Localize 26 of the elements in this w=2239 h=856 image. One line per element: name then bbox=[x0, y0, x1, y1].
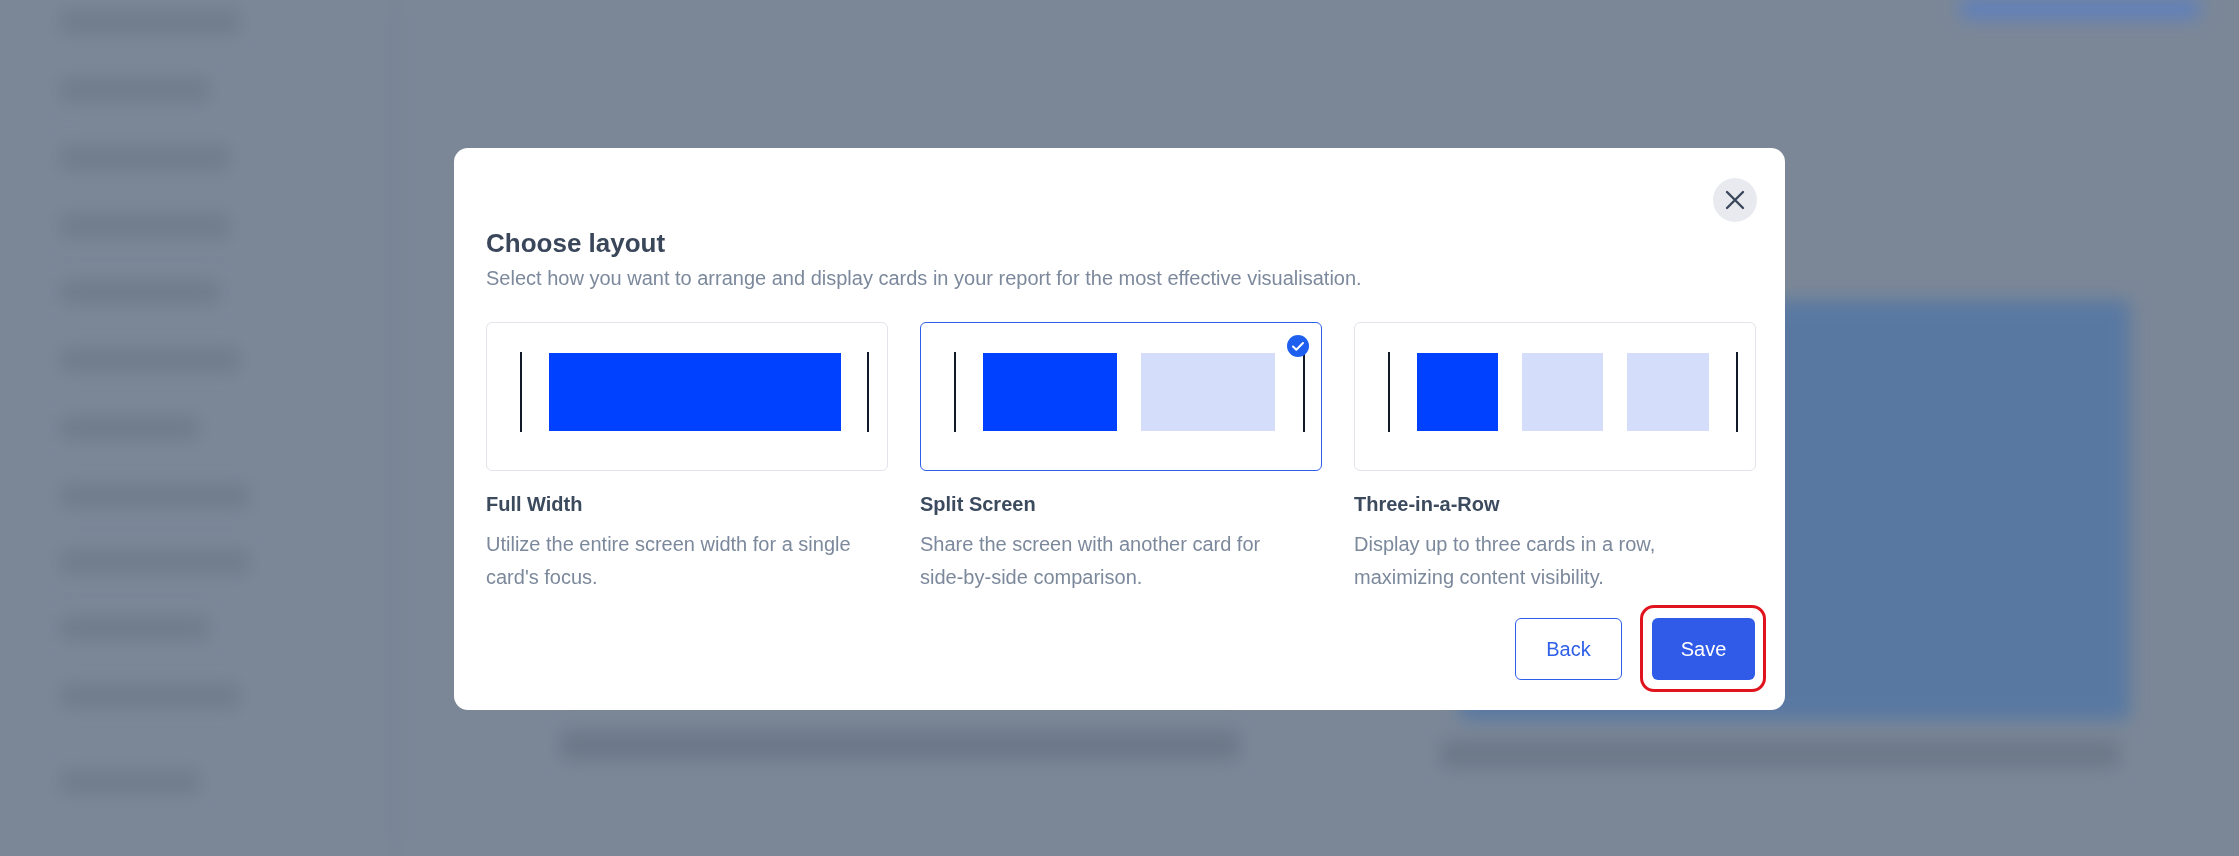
option-title: Split Screen bbox=[920, 493, 1037, 516]
option-description: Utilize the entire screen width for a single card's focus. bbox=[486, 532, 852, 590]
check-icon bbox=[1287, 335, 1309, 357]
layout-option-card[interactable] bbox=[920, 322, 1322, 471]
divider-line-icon bbox=[954, 352, 956, 432]
save-button[interactable]: Save bbox=[1652, 618, 1755, 680]
dialog-subtitle: Select how you want to arrange and display cards in your report for the most effective visualisation. bbox=[486, 267, 1363, 290]
divider-line-icon bbox=[1736, 352, 1738, 432]
option-title: Three-in-a-Row bbox=[1354, 493, 1501, 516]
divider-line-icon bbox=[520, 352, 522, 432]
option-description: Display up to three cards in a row, maximizing content visibility. bbox=[1354, 532, 1657, 590]
option-title: Full Width bbox=[486, 493, 584, 516]
card-placeholder-icon bbox=[1627, 353, 1709, 431]
dialog-title: Choose layout bbox=[486, 228, 667, 259]
back-button[interactable]: Back bbox=[1515, 618, 1622, 680]
close-button[interactable] bbox=[1713, 178, 1757, 222]
card-placeholder-icon bbox=[983, 353, 1117, 431]
close-icon bbox=[1725, 190, 1745, 210]
card-placeholder-icon bbox=[549, 353, 841, 431]
divider-line-icon bbox=[1303, 352, 1305, 432]
divider-line-icon bbox=[867, 352, 869, 432]
card-placeholder-icon bbox=[1522, 353, 1603, 431]
divider-line-icon bbox=[1388, 352, 1390, 432]
option-description: Share the screen with another card for side-by-side comparison. bbox=[920, 532, 1262, 590]
card-placeholder-icon bbox=[1141, 353, 1275, 431]
card-placeholder-icon bbox=[1417, 353, 1498, 431]
